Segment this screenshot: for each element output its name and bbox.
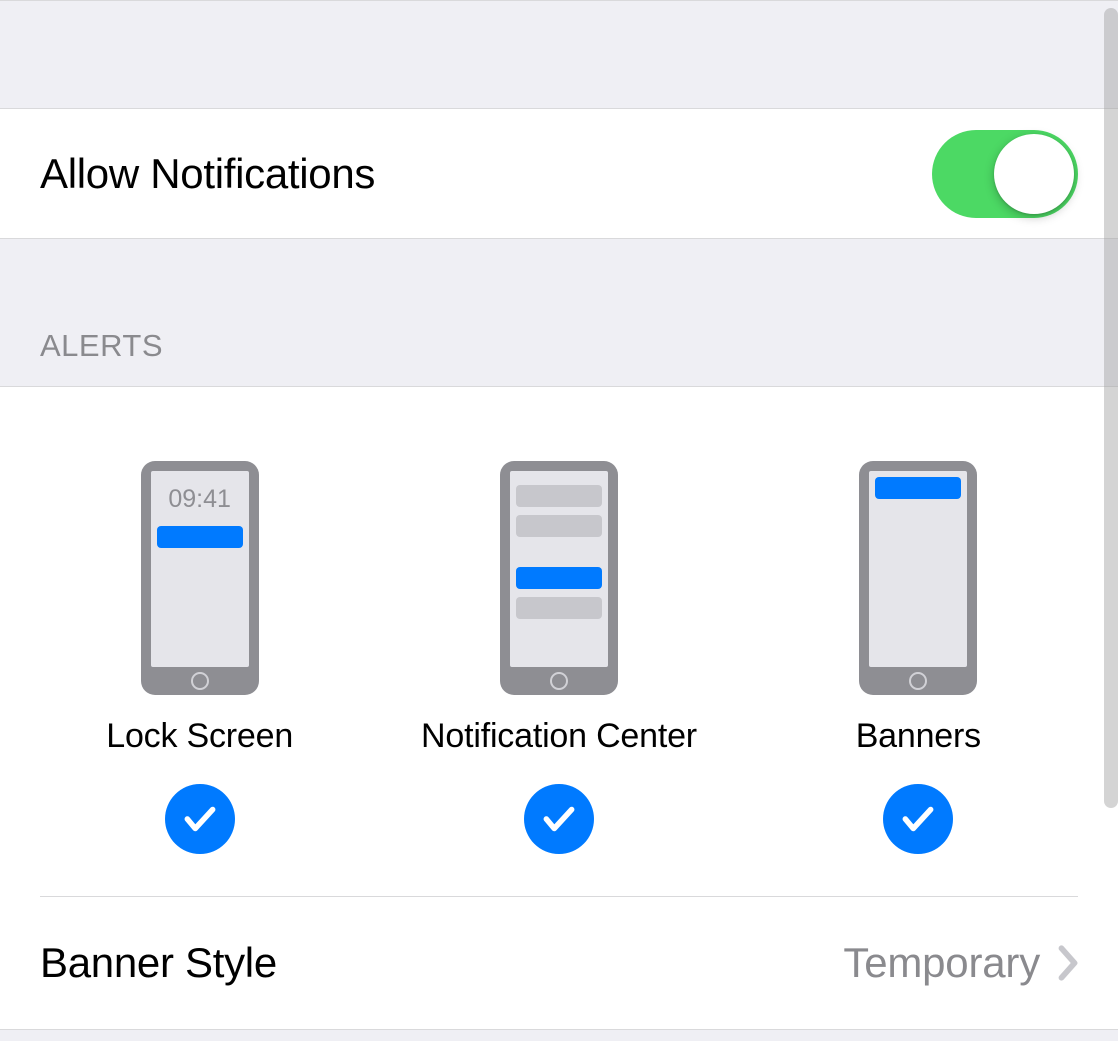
banner-style-value: Temporary	[843, 939, 1040, 987]
home-button-icon	[869, 667, 967, 695]
notif-bar-icon	[516, 567, 602, 589]
banner-style-label: Banner Style	[40, 939, 277, 987]
alerts-header-text: ALERTS	[40, 328, 163, 364]
allow-notifications-toggle[interactable]	[932, 130, 1078, 218]
allow-notifications-row: Allow Notifications	[0, 108, 1118, 239]
scrollbar[interactable]	[1104, 8, 1118, 808]
lock-screen-phone-icon: 09:41	[141, 461, 259, 695]
alerts-panel: 09:41 Lock Screen Noti	[0, 386, 1118, 1030]
banners-checkmark-icon	[883, 784, 953, 854]
home-button-icon	[510, 667, 608, 695]
banner-style-value-group: Temporary	[843, 939, 1078, 987]
chevron-right-icon	[1058, 945, 1078, 981]
toggle-knob	[994, 134, 1074, 214]
notification-center-phone-icon	[500, 461, 618, 695]
notif-bar-icon	[875, 477, 961, 499]
allow-notifications-label: Allow Notifications	[40, 150, 375, 198]
alerts-row: 09:41 Lock Screen Noti	[0, 461, 1118, 854]
notif-bar-icon	[516, 515, 602, 537]
notif-bar-icon	[516, 485, 602, 507]
home-button-icon	[151, 667, 249, 695]
alerts-section-header: ALERTS	[0, 239, 1118, 386]
alert-option-banners[interactable]: Banners	[739, 461, 1098, 854]
lock-screen-label: Lock Screen	[106, 717, 293, 756]
notif-bar-icon	[516, 597, 602, 619]
banners-phone-icon	[859, 461, 977, 695]
top-spacer	[0, 0, 1118, 108]
lock-screen-checkmark-icon	[165, 784, 235, 854]
alert-option-lock-screen[interactable]: 09:41 Lock Screen	[20, 461, 379, 854]
alert-option-notification-center[interactable]: Notification Center	[379, 461, 738, 854]
notification-center-label: Notification Center	[421, 717, 697, 756]
notif-bar-icon	[157, 526, 243, 548]
banners-label: Banners	[856, 717, 981, 756]
mock-time: 09:41	[157, 485, 243, 514]
notification-center-checkmark-icon	[524, 784, 594, 854]
banner-style-row[interactable]: Banner Style Temporary	[0, 897, 1118, 1030]
